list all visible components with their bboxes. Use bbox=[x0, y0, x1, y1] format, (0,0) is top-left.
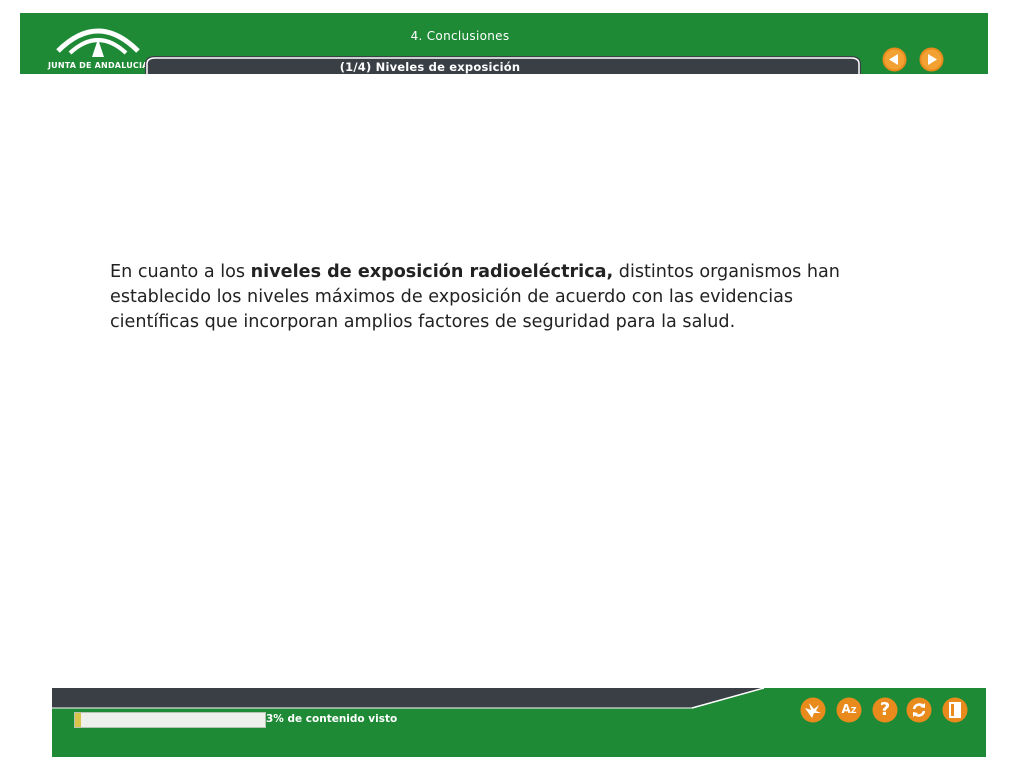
arrow-right-icon bbox=[919, 47, 944, 72]
glossary-label: AZ bbox=[841, 702, 857, 716]
paragraph-bold-term: niveles de exposición radioeléctrica, bbox=[250, 262, 614, 282]
glossary-button[interactable]: AZ bbox=[836, 697, 862, 723]
refresh-button[interactable] bbox=[906, 697, 932, 723]
exit-door-icon bbox=[942, 697, 968, 723]
content-paragraph: En cuanto a los niveles de exposición ra… bbox=[110, 260, 850, 335]
header-bar: JUNTA DE ANDALUCIA 4. Conclusiones (1/4)… bbox=[20, 13, 988, 74]
junta-andalucia-logo: JUNTA DE ANDALUCIA bbox=[48, 17, 148, 71]
logo-emblem-icon bbox=[56, 28, 140, 57]
bird-button[interactable] bbox=[800, 697, 826, 723]
footer-bar: 3% de contenido visto AZ ? bbox=[52, 688, 986, 757]
refresh-icon bbox=[906, 697, 932, 723]
bird-icon bbox=[800, 697, 826, 723]
progress-bar bbox=[74, 712, 266, 728]
help-button[interactable]: ? bbox=[872, 697, 898, 723]
help-label: ? bbox=[879, 699, 891, 720]
next-page-button[interactable] bbox=[919, 47, 944, 72]
subtitle-bar: (1/4) Niveles de exposición bbox=[145, 56, 861, 74]
logo-text: JUNTA DE ANDALUCIA bbox=[48, 61, 149, 70]
arrow-left-icon bbox=[882, 47, 907, 72]
page-subtitle: (1/4) Niveles de exposición bbox=[339, 60, 521, 74]
progress-fill bbox=[75, 713, 81, 727]
paragraph-text-start: En cuanto a los bbox=[110, 262, 251, 282]
section-title: 4. Conclusiones bbox=[410, 29, 510, 43]
prev-page-button[interactable] bbox=[882, 47, 907, 72]
exit-button[interactable] bbox=[942, 697, 968, 723]
progress-label: 3% de contenido visto bbox=[266, 713, 398, 725]
